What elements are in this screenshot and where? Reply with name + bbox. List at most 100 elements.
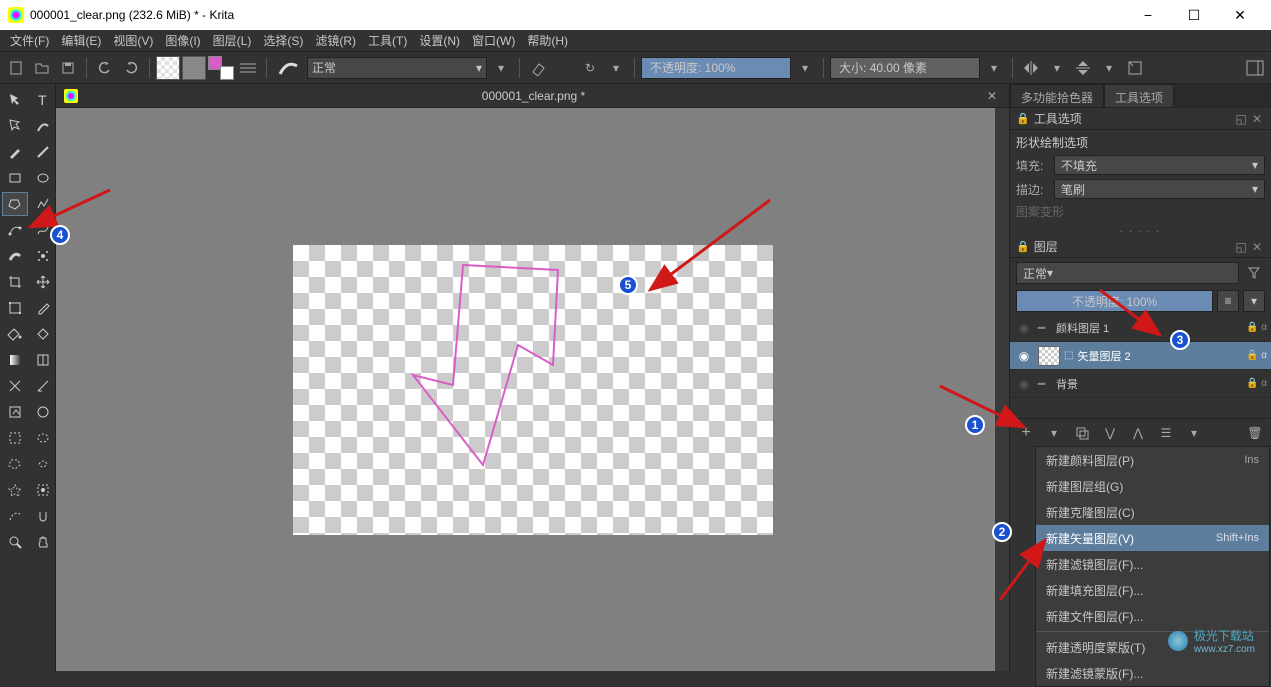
wrap-button[interactable] <box>1123 56 1147 80</box>
blend-mode-extra-button[interactable]: ▾ <box>489 56 513 80</box>
vertical-scrollbar[interactable] <box>995 108 1009 671</box>
color-selector[interactable] <box>208 56 234 80</box>
menu-image[interactable]: 图像(I) <box>159 30 206 51</box>
tool-edit-shapes[interactable] <box>2 114 28 138</box>
mirror-h-button[interactable] <box>1019 56 1043 80</box>
layer-row[interactable]: ◉ ━ 背景 🔒 α <box>1010 370 1271 398</box>
layer-down-button[interactable]: ⋁ <box>1100 423 1120 443</box>
duplicate-layer-button[interactable] <box>1072 423 1092 443</box>
layer-props-button[interactable]: ☰ <box>1156 423 1176 443</box>
pattern-swatch-2[interactable] <box>182 56 206 80</box>
tab-tool-options[interactable]: 工具选项 <box>1104 84 1174 108</box>
tool-bezier[interactable] <box>2 218 28 242</box>
menu-select[interactable]: 选择(S) <box>257 30 309 51</box>
tool-dyna[interactable] <box>2 244 28 268</box>
tool-select-bezier[interactable] <box>2 504 28 528</box>
mirror-h-extra[interactable]: ▾ <box>1045 56 1069 80</box>
tool-pan[interactable] <box>30 530 56 554</box>
fill-dropdown[interactable]: 不填充 ▾ <box>1054 155 1265 175</box>
tool-smart-patch[interactable] <box>30 400 56 424</box>
layer-lock-icons[interactable]: 🔒 α <box>1246 378 1267 389</box>
close-panel-icon[interactable]: ✕ <box>1249 112 1265 126</box>
tool-zoom[interactable] <box>2 530 28 554</box>
menu-help[interactable]: 帮助(H) <box>521 30 574 51</box>
layer-row[interactable]: ◉ ━ 颜料图层 1 🔒 α <box>1010 314 1271 342</box>
cm-new-paint-layer[interactable]: 新建颜料图层(P) Ins <box>1036 447 1269 473</box>
cm-new-filter-layer[interactable]: 新建滤镜图层(F)... <box>1036 551 1269 577</box>
size-slider[interactable]: 大小: 40.00 像素 <box>830 57 980 79</box>
tool-select-ellipse[interactable] <box>30 426 56 450</box>
tool-transform-tool[interactable] <box>2 296 28 320</box>
tool-calligraphy[interactable] <box>30 114 56 138</box>
layer-row[interactable]: ◉ ⬚ 矢量图层 2 🔒 α <box>1010 342 1271 370</box>
add-layer-menu-button[interactable]: ▾ <box>1044 423 1064 443</box>
tool-select-polygon[interactable] <box>2 452 28 476</box>
blend-mode-dropdown[interactable]: 正常 ▾ <box>307 57 487 79</box>
lock-icon[interactable]: 🔒 <box>1016 240 1030 253</box>
tool-line[interactable] <box>30 140 56 164</box>
new-file-button[interactable] <box>4 56 28 80</box>
reload-preset-button[interactable]: ↻ <box>578 56 602 80</box>
document-tab[interactable]: 000001_clear.png * ✕ <box>56 84 1009 108</box>
minimize-button[interactable]: − <box>1125 0 1171 30</box>
add-layer-button[interactable]: + <box>1016 423 1036 443</box>
menu-edit[interactable]: 编辑(E) <box>55 30 107 51</box>
mirror-v-button[interactable] <box>1071 56 1095 80</box>
cm-new-fill-layer[interactable]: 新建填充图层(F)... <box>1036 577 1269 603</box>
tool-select-rect[interactable] <box>2 426 28 450</box>
menu-layer[interactable]: 图层(L) <box>207 30 258 51</box>
tool-pattern-edit[interactable] <box>30 348 56 372</box>
lock-icon[interactable]: 🔒 <box>1016 112 1030 125</box>
tool-select-magnetic[interactable] <box>30 504 56 528</box>
tool-polyline[interactable] <box>30 192 56 216</box>
tool-ellipse[interactable] <box>30 166 56 190</box>
tool-fill[interactable] <box>2 322 28 346</box>
layer-opacity-slider[interactable]: 不透明度: 100% <box>1016 290 1213 312</box>
tool-rectangle[interactable] <box>2 166 28 190</box>
save-file-button[interactable] <box>56 56 80 80</box>
tool-transform[interactable] <box>2 88 28 112</box>
menu-settings[interactable]: 设置(N) <box>413 30 466 51</box>
tool-move[interactable] <box>30 270 56 294</box>
layer-filter-button[interactable] <box>1243 262 1265 284</box>
tool-freehand-path[interactable] <box>30 218 56 242</box>
canvas-viewport[interactable] <box>56 108 1009 671</box>
redo-button[interactable] <box>119 56 143 80</box>
tool-select-freehand[interactable] <box>30 452 56 476</box>
open-file-button[interactable] <box>30 56 54 80</box>
close-button[interactable]: ✕ <box>1217 0 1263 30</box>
cm-new-clone-layer[interactable]: 新建克隆图层(C) <box>1036 499 1269 525</box>
mirror-v-extra[interactable]: ▾ <box>1097 56 1121 80</box>
tool-text[interactable]: T <box>30 88 56 112</box>
tool-gradient[interactable] <box>2 348 28 372</box>
panel-grip[interactable]: • • • • • <box>1010 228 1271 236</box>
undo-button[interactable] <box>93 56 117 80</box>
brush-preset-button[interactable] <box>273 56 305 80</box>
maximize-button[interactable]: ☐ <box>1171 0 1217 30</box>
tool-brush[interactable] <box>2 140 28 164</box>
tool-assistant[interactable] <box>2 374 28 398</box>
layer-extra-button[interactable]: ▾ <box>1243 290 1265 312</box>
layer-blend-dropdown[interactable]: 正常 ▾ <box>1016 262 1239 284</box>
float-icon[interactable]: ◱ <box>1233 112 1249 126</box>
tool-smart-fill[interactable] <box>30 322 56 346</box>
tool-measure[interactable] <box>30 374 56 398</box>
close-panel-icon[interactable]: ✕ <box>1249 240 1265 254</box>
delete-layer-button[interactable]: 🗑 <box>1245 423 1265 443</box>
eraser-button[interactable] <box>526 56 550 80</box>
layer-lock-icons[interactable]: 🔒 α <box>1246 322 1267 333</box>
visibility-icon[interactable]: ◉ <box>1014 349 1034 363</box>
size-extra-button[interactable]: ▾ <box>982 56 1006 80</box>
cm-new-group[interactable]: 新建图层组(G) <box>1036 473 1269 499</box>
layer-props-menu[interactable]: ▾ <box>1184 423 1204 443</box>
tool-select-similar[interactable] <box>30 478 56 502</box>
menu-window[interactable]: 窗口(W) <box>466 30 521 51</box>
opacity-extra-button[interactable]: ▾ <box>793 56 817 80</box>
menu-tools[interactable]: 工具(T) <box>362 30 413 51</box>
gradient-button[interactable] <box>236 56 260 80</box>
workspace-button[interactable] <box>1243 56 1267 80</box>
menu-view[interactable]: 视图(V) <box>107 30 159 51</box>
opacity-slider[interactable]: 不透明度: 100% <box>641 57 791 79</box>
canvas[interactable] <box>293 245 773 535</box>
pattern-swatch-1[interactable] <box>156 56 180 80</box>
